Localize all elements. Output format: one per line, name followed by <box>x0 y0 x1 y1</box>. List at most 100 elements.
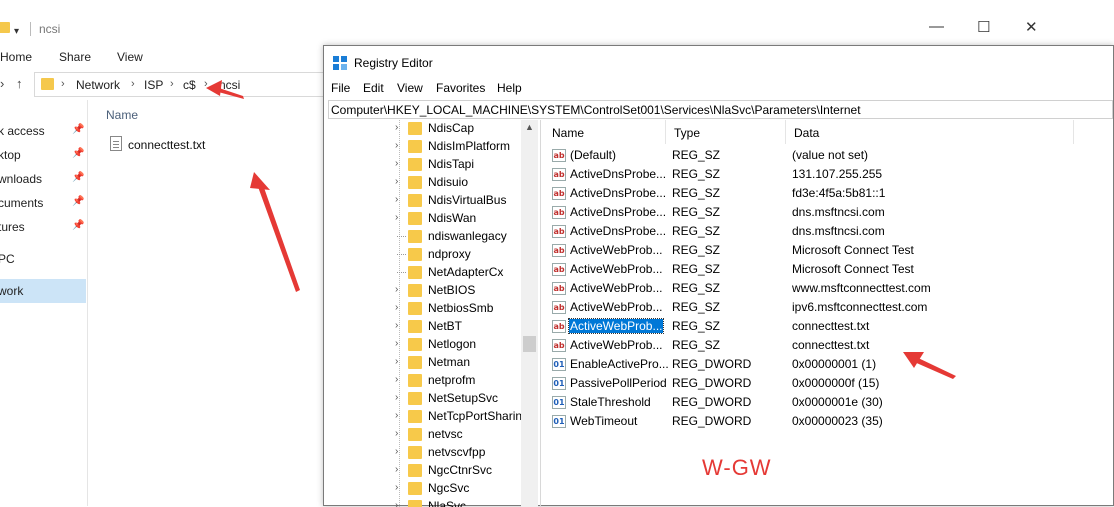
registry-value-row[interactable]: ab ActiveDnsProbe... REG_SZ fd3e:4f5a:5b81:… <box>544 184 1113 203</box>
tree-key[interactable]: › NdisTapi <box>324 156 524 174</box>
tree-key[interactable]: › NetBIOS <box>324 282 524 300</box>
tree-key[interactable]: › Netman <box>324 354 524 372</box>
expand-chevron-icon[interactable]: › <box>395 320 398 331</box>
expand-chevron-icon[interactable]: › <box>395 158 398 169</box>
expand-chevron-icon[interactable]: › <box>395 302 398 313</box>
registry-value-row[interactable]: ab ActiveWebProb... REG_SZ Microsoft Connec… <box>544 241 1113 260</box>
nav-item-pictures[interactable]: tures 📌 <box>0 215 86 239</box>
expand-chevron-icon[interactable]: › <box>395 410 398 421</box>
nav-item-desktop[interactable]: ktop 📌 <box>0 143 86 167</box>
nav-item-quick-access[interactable]: k access 📌 <box>0 119 86 143</box>
close-icon[interactable]: ✕ <box>1025 18 1038 36</box>
tree-key[interactable]: › netprofm <box>324 372 524 390</box>
scroll-up-icon[interactable]: ▲ <box>525 122 534 132</box>
breadcrumb-chevron-icon[interactable]: › <box>131 78 135 90</box>
expand-chevron-icon[interactable]: › <box>395 194 398 205</box>
tree-key[interactable]: › NdisCap <box>324 120 524 138</box>
column-header-data[interactable]: Data <box>786 120 1074 144</box>
registry-value-row[interactable]: 01 EnableActivePro... REG_DWORD 0x00000001 … <box>544 355 1113 374</box>
expand-chevron-icon[interactable]: › <box>395 482 398 493</box>
tree-key[interactable]: ndproxy <box>324 246 524 264</box>
nav-item-this-pc[interactable]: PC <box>0 247 86 271</box>
breadcrumb-network[interactable]: Network <box>76 78 120 92</box>
expand-chevron-icon[interactable]: › <box>395 212 398 223</box>
expand-chevron-icon[interactable]: › <box>395 374 398 385</box>
tree-key[interactable]: › NdisWan <box>324 210 524 228</box>
expand-chevron-icon[interactable]: › <box>395 122 398 133</box>
column-header-name[interactable]: Name <box>544 120 666 144</box>
pin-icon: 📌 <box>72 124 85 135</box>
expand-chevron-icon[interactable]: › <box>395 338 398 349</box>
expand-chevron-icon[interactable]: › <box>395 446 398 457</box>
breadcrumb-chevron-icon[interactable]: › <box>61 78 65 90</box>
registry-value-row[interactable]: ab ActiveDnsProbe... REG_SZ 131.107.255.255 <box>544 165 1113 184</box>
nav-item-downloads[interactable]: wnloads 📌 <box>0 167 86 191</box>
registry-value-row[interactable]: ab ActiveWebProb... REG_SZ Microsoft Connec… <box>544 260 1113 279</box>
expand-chevron-icon[interactable]: › <box>395 428 398 439</box>
registry-value-row[interactable]: ab ActiveWebProb... REG_SZ connecttest.txt <box>544 317 1113 336</box>
tree-scrollbar[interactable]: ▲ <box>521 120 538 507</box>
tree-key[interactable]: › NgcCtnrSvc <box>324 462 524 480</box>
expand-chevron-icon[interactable]: › <box>395 392 398 403</box>
up-arrow-icon[interactable]: ↑ <box>16 76 23 91</box>
menu-file[interactable]: File <box>331 81 350 95</box>
tree-key[interactable]: › NetBT <box>324 318 524 336</box>
registry-value-row[interactable]: 01 StaleThreshold REG_DWORD 0x0000001e (30) <box>544 393 1113 412</box>
tree-key[interactable]: › Netlogon <box>324 336 524 354</box>
expand-chevron-icon[interactable]: › <box>395 176 398 187</box>
tree-key[interactable]: NetAdapterCx <box>324 264 524 282</box>
registry-value-row[interactable]: ab (Default) REG_SZ (value not set) <box>544 146 1113 165</box>
tree-key[interactable]: › NdisImPlatform <box>324 138 524 156</box>
quick-access-dropdown-icon[interactable]: ▾ <box>14 26 19 37</box>
column-header-type[interactable]: Type <box>666 120 786 144</box>
tree-key-label: NdisCap <box>428 121 475 135</box>
tree-key[interactable]: ndiswanlegacy <box>324 228 524 246</box>
tree-key[interactable]: › NdisVirtualBus <box>324 192 524 210</box>
folder-icon <box>408 158 422 171</box>
value-type: REG_SZ <box>672 167 721 181</box>
tree-key-label: ndiswanlegacy <box>428 229 507 243</box>
expand-chevron-icon[interactable]: › <box>395 284 398 295</box>
menu-view[interactable]: View <box>397 81 423 95</box>
registry-value-row[interactable]: ab ActiveWebProb... REG_SZ www.msftconnectt… <box>544 279 1113 298</box>
registry-value-row[interactable]: ab ActiveWebProb... REG_SZ ipv6.msftconnect… <box>544 298 1113 317</box>
registry-value-row[interactable]: 01 PassivePollPeriod REG_DWORD 0x0000000f (… <box>544 374 1113 393</box>
scrollbar-thumb[interactable] <box>523 336 536 352</box>
tree-key[interactable]: › NetSetupSvc <box>324 390 524 408</box>
maximize-icon[interactable]: ☐ <box>977 18 990 36</box>
breadcrumb-isp[interactable]: ISP <box>144 78 163 92</box>
tree-key[interactable]: › Ndisuio <box>324 174 524 192</box>
minimize-icon[interactable]: — <box>929 18 944 35</box>
nav-item-documents[interactable]: cuments 📌 <box>0 191 86 215</box>
menu-edit[interactable]: Edit <box>363 81 384 95</box>
tree-key[interactable]: › netvscvfpp <box>324 444 524 462</box>
ribbon-tab-share[interactable]: Share <box>59 50 91 64</box>
tree-key[interactable]: › NgcSvc <box>324 480 524 498</box>
breadcrumb-chevron-icon[interactable]: › <box>170 78 174 90</box>
registry-value-row[interactable]: ab ActiveDnsProbe... REG_SZ dns.msftncsi.co… <box>544 222 1113 241</box>
nav-item-network[interactable]: work <box>0 279 86 303</box>
registry-value-row[interactable]: 01 WebTimeout REG_DWORD 0x00000023 (35) <box>544 412 1113 431</box>
expand-chevron-icon[interactable]: › <box>395 140 398 151</box>
breadcrumb-share[interactable]: c$ <box>183 78 196 92</box>
registry-value-row[interactable]: ab ActiveWebProb... REG_SZ connecttest.txt <box>544 336 1113 355</box>
tree-key-label: NdisImPlatform <box>428 139 511 153</box>
menu-help[interactable]: Help <box>497 81 522 95</box>
pin-icon: 📌 <box>72 148 85 159</box>
breadcrumb-ncsi[interactable]: ncsi <box>219 78 240 92</box>
menu-favorites[interactable]: Favorites <box>436 81 485 95</box>
breadcrumb-chevron-icon[interactable]: › <box>204 78 208 90</box>
column-header-name[interactable]: Name <box>106 108 138 122</box>
tree-key[interactable]: › netvsc <box>324 426 524 444</box>
file-item[interactable]: connecttest.txt <box>108 134 308 156</box>
chevron-left-icon[interactable]: › <box>0 76 4 91</box>
expand-chevron-icon[interactable]: › <box>395 464 398 475</box>
registry-value-row[interactable]: ab ActiveDnsProbe... REG_SZ dns.msftncsi.co… <box>544 203 1113 222</box>
tree-key[interactable]: › NetbiosSmb <box>324 300 524 318</box>
tree-key[interactable]: › NetTcpPortSharin <box>324 408 524 426</box>
ribbon-tab-home[interactable]: Home <box>0 50 32 64</box>
ribbon-tab-view[interactable]: View <box>117 50 143 64</box>
expand-chevron-icon[interactable]: › <box>395 356 398 367</box>
registry-address-bar[interactable]: Computer\HKEY_LOCAL_MACHINE\SYSTEM\Contr… <box>328 100 1113 119</box>
address-bar[interactable]: › Network › ISP › c$ › ncsi <box>34 72 330 97</box>
